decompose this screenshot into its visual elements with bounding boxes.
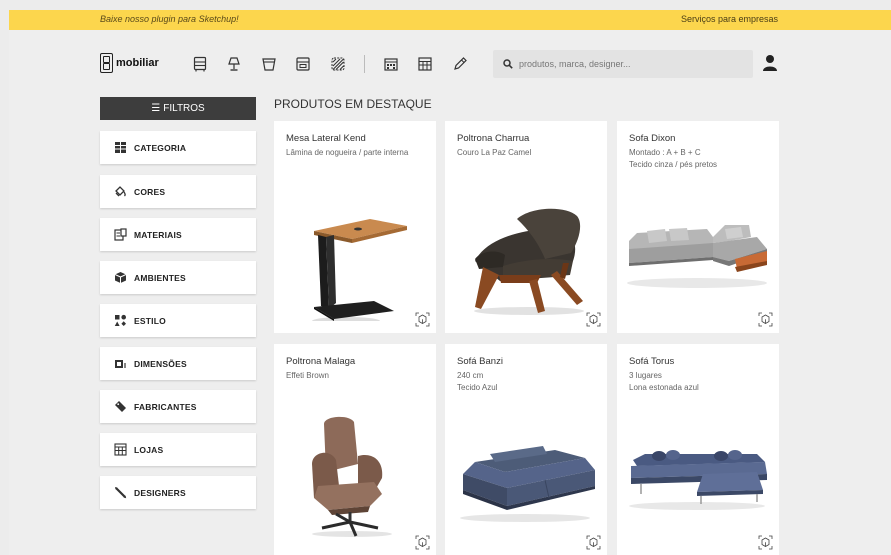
- search-icon: [503, 59, 513, 69]
- logo-text: mobiliar: [116, 57, 159, 69]
- materials-icon: [113, 228, 127, 242]
- sidebar-item-label: DIMENSÕES: [134, 358, 187, 369]
- sidebar-item-fabricantes[interactable]: FABRICANTES: [100, 390, 256, 423]
- sidebar-item-categoria[interactable]: CATEGORIA: [100, 131, 256, 164]
- product-description-line: Lona estonada azul: [629, 382, 699, 392]
- product-description: Montado : A + B + C Tecido cinza / pés p…: [629, 147, 769, 170]
- pen-icon[interactable]: [451, 56, 468, 73]
- page: Baixe nosso plugin para Sketchup! Serviç…: [9, 10, 891, 555]
- category-nav: [191, 55, 486, 73]
- business-services-link[interactable]: Serviços para empresas: [681, 14, 778, 24]
- search-bar[interactable]: [493, 50, 753, 78]
- product-image[interactable]: [617, 394, 779, 544]
- sidebar-item-designers[interactable]: DESIGNERS: [100, 476, 256, 509]
- product-name: Sofá Torus: [629, 356, 675, 367]
- product-card[interactable]: Sofa Dixon Montado : A + B + C Tecido ci…: [617, 121, 779, 333]
- product-description: 240 cm Tecido Azul: [457, 370, 597, 393]
- manufacturer-icon: [113, 400, 127, 414]
- category-icon: [113, 141, 127, 155]
- sidebar-item-label: AMBIENTES: [134, 272, 186, 283]
- ar-view-icon[interactable]: [758, 312, 773, 327]
- style-icon: [113, 314, 127, 328]
- product-image[interactable]: [617, 171, 779, 321]
- sidebar-item-label: FABRICANTES: [134, 401, 197, 412]
- product-description-line: 240 cm: [457, 371, 484, 380]
- sidebar-item-cores[interactable]: CORES: [100, 175, 256, 208]
- sidebar-item-label: DESIGNERS: [134, 487, 186, 498]
- product-card[interactable]: Poltrona Malaga Effeti Brown: [274, 344, 436, 555]
- product-image[interactable]: [274, 394, 436, 544]
- product-name: Sofá Banzi: [457, 356, 503, 367]
- product-card[interactable]: Sofá Torus 3 lugares Lona estonada azul: [617, 344, 779, 555]
- logo-icon: [100, 53, 113, 73]
- user-icon[interactable]: [762, 54, 778, 72]
- product-description-line: Couro La Paz Camel: [457, 148, 532, 157]
- product-name: Sofa Dixon: [629, 133, 676, 144]
- ar-view-icon[interactable]: [586, 312, 601, 327]
- product-description-line: Montado : A + B + C: [629, 148, 701, 157]
- building-icon[interactable]: [382, 56, 399, 73]
- store-icon: [113, 443, 127, 457]
- sidebar-item-lojas[interactable]: LOJAS: [100, 433, 256, 466]
- product-description-line: Lâmina de nogueira / parte interna: [286, 148, 409, 157]
- designer-icon: [113, 486, 127, 500]
- product-description: 3 lugares Lona estonada azul: [629, 370, 769, 393]
- sidebar-item-estilo[interactable]: ESTILO: [100, 304, 256, 337]
- ambient-icon: [113, 271, 127, 285]
- ar-view-icon[interactable]: [758, 535, 773, 550]
- product-image[interactable]: [274, 171, 436, 321]
- product-description: Effeti Brown: [286, 370, 426, 382]
- planter-icon[interactable]: [260, 56, 277, 73]
- ar-view-icon[interactable]: [415, 535, 430, 550]
- search-input[interactable]: [519, 59, 739, 69]
- sidebar-item-label: CATEGORIA: [134, 142, 187, 153]
- ar-view-icon[interactable]: [415, 312, 430, 327]
- product-card[interactable]: Sofá Banzi 240 cm Tecido Azul: [445, 344, 607, 555]
- store-icon[interactable]: [417, 56, 434, 73]
- dimensions-icon: [113, 357, 127, 371]
- product-description-line: Tecido Azul: [457, 382, 498, 392]
- product-name: Poltrona Charrua: [457, 133, 530, 144]
- product-description-line: Tecido cinza / pés pretos: [629, 159, 718, 169]
- sliders-icon: ☰: [151, 103, 161, 114]
- product-card[interactable]: Poltrona Charrua Couro La Paz Camel: [445, 121, 607, 333]
- cabinet-icon[interactable]: [191, 56, 208, 73]
- product-image[interactable]: [445, 394, 607, 544]
- product-name: Mesa Lateral Kend: [286, 133, 366, 144]
- sidebar-item-dimensoes[interactable]: DIMENSÕES: [100, 347, 256, 380]
- header: mobiliar: [9, 30, 891, 100]
- sidebar-item-label: ESTILO: [134, 315, 166, 326]
- product-name: Poltrona Malaga: [286, 356, 356, 367]
- section-title: PRODUTOS EM DESTAQUE: [274, 97, 432, 111]
- sidebar-item-label: CORES: [134, 186, 166, 197]
- product-description-line: Effeti Brown: [286, 371, 329, 380]
- sketchup-plugin-link[interactable]: Baixe nosso plugin para Sketchup!: [100, 14, 239, 24]
- product-description: Couro La Paz Camel: [457, 147, 597, 159]
- product-description: Lâmina de nogueira / parte interna: [286, 147, 426, 159]
- paint-icon: [113, 185, 127, 199]
- product-description-line: 3 lugares: [629, 371, 662, 380]
- rug-icon[interactable]: [329, 56, 346, 73]
- product-image[interactable]: [445, 171, 607, 321]
- filters-button[interactable]: ☰ FILTROS: [100, 97, 256, 120]
- sidebar-item-label: LOJAS: [134, 444, 164, 455]
- sidebar-item-materiais[interactable]: MATERIAIS: [100, 218, 256, 251]
- filters-label: FILTROS: [163, 103, 205, 114]
- storage-icon[interactable]: [295, 56, 312, 73]
- product-card[interactable]: Mesa Lateral Kend Lâmina de nogueira / p…: [274, 121, 436, 333]
- ar-view-icon[interactable]: [586, 535, 601, 550]
- sidebar-item-ambientes[interactable]: AMBIENTES: [100, 261, 256, 294]
- top-banner: Baixe nosso plugin para Sketchup! Serviç…: [9, 10, 891, 30]
- logo[interactable]: mobiliar: [100, 52, 159, 74]
- sidebar-item-label: MATERIAIS: [134, 229, 182, 240]
- category-separator: [363, 55, 365, 73]
- lamp-icon[interactable]: [226, 56, 243, 73]
